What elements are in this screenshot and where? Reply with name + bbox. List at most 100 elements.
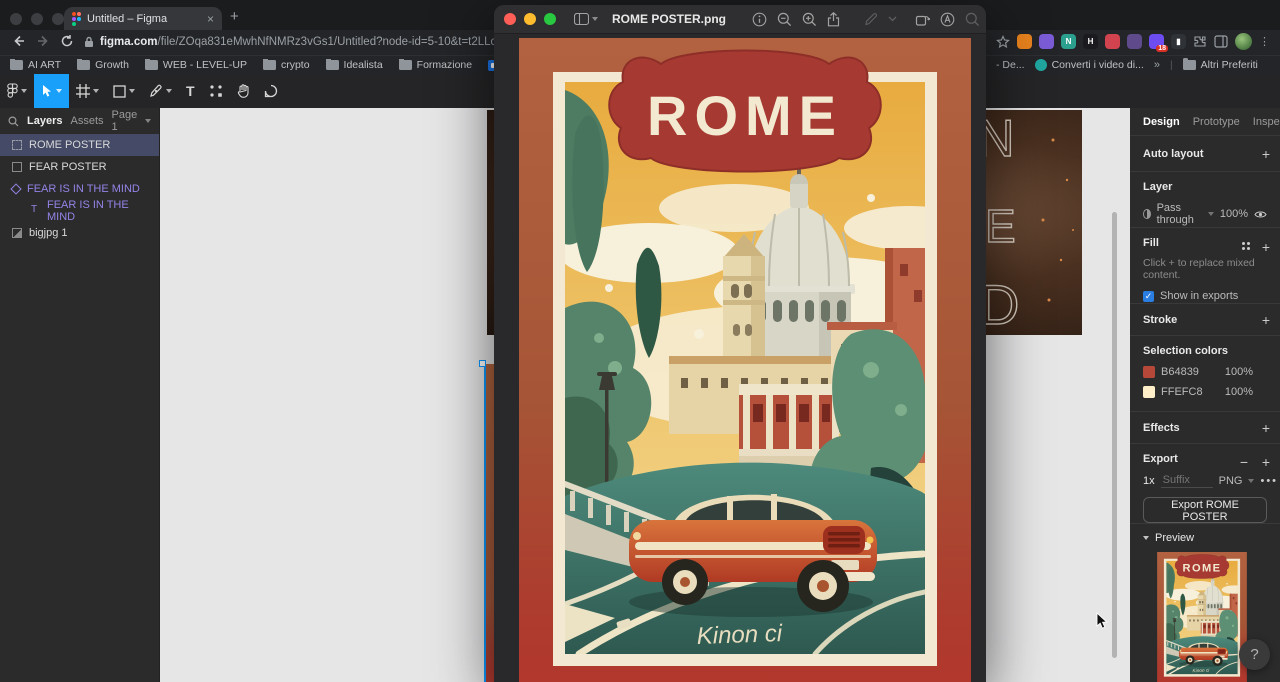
color-swatch[interactable]: [1143, 386, 1155, 398]
preview-heading: Preview: [1155, 532, 1194, 544]
zoom-in-icon[interactable]: [802, 12, 817, 27]
export-section: Export − + 1x PNG ••• Export ROME POSTER: [1130, 444, 1280, 524]
bookmark-star-icon[interactable]: [996, 35, 1010, 49]
chevron-down-icon[interactable]: [888, 16, 897, 22]
add-auto-layout-button[interactable]: +: [1262, 146, 1270, 162]
browser-profile-avatar[interactable]: [1235, 33, 1252, 50]
url-bar[interactable]: figma.com/file/ZOqa831eMwhNfNMRz3vGs1/Un…: [100, 36, 494, 48]
bookmark-item[interactable]: Formazione: [399, 59, 472, 71]
browser-tab[interactable]: Untitled – Figma ×: [64, 7, 222, 30]
layer-opacity[interactable]: 100%: [1220, 208, 1248, 220]
layer-row-rome-poster[interactable]: ROME POSTER: [0, 134, 159, 156]
show-in-exports-checkbox[interactable]: ✓: [1143, 291, 1154, 302]
search-icon[interactable]: [965, 12, 980, 27]
comment-tool[interactable]: [257, 74, 285, 108]
remove-export-button[interactable]: −: [1240, 454, 1248, 470]
show-in-exports-label: Show in exports: [1160, 290, 1238, 302]
color-opacity[interactable]: 100%: [1225, 366, 1253, 378]
layer-row-bigjpg[interactable]: bigjpg 1: [0, 222, 159, 244]
preview-toggle[interactable]: Preview: [1143, 532, 1280, 544]
share-icon[interactable]: [827, 12, 840, 27]
rome-frame-edge[interactable]: [484, 364, 494, 682]
layer-row-fear-text[interactable]: FEAR IS IN THE MIND: [0, 200, 159, 222]
page-selector[interactable]: Page 1: [112, 109, 152, 133]
sidepanel-icon[interactable]: [1214, 35, 1228, 48]
add-stroke-button[interactable]: +: [1262, 312, 1270, 328]
export-scale[interactable]: 1x: [1143, 475, 1155, 487]
color-hex[interactable]: FFEFC8: [1161, 386, 1203, 398]
converti-label: Converti i video di...: [1052, 59, 1144, 71]
shape-tool[interactable]: [106, 74, 142, 108]
bookmark-item[interactable]: WEB - LEVEL-UP: [145, 59, 247, 71]
text-tool[interactable]: T: [179, 74, 202, 108]
info-icon[interactable]: [752, 12, 767, 27]
pen-tool[interactable]: [142, 74, 179, 108]
extension-icon[interactable]: [1105, 34, 1120, 49]
canvas-scrollbar[interactable]: [1112, 212, 1117, 658]
sidebar-toggle-icon[interactable]: [574, 13, 598, 25]
extension-icon[interactable]: [1127, 34, 1142, 49]
styles-icon[interactable]: [1242, 242, 1250, 250]
bookmark-altri-preferiti[interactable]: Altri Preferiti: [1183, 59, 1258, 71]
extension-icon[interactable]: [1039, 34, 1054, 49]
browser-traffic-lights[interactable]: [10, 13, 64, 25]
rotate-icon[interactable]: [915, 12, 930, 26]
puzzle-extensions-icon[interactable]: [1193, 35, 1207, 49]
search-icon[interactable]: [8, 116, 19, 127]
bookmark-item[interactable]: crypto: [263, 59, 310, 71]
selection-color-row[interactable]: FFEFC8 100%: [1143, 386, 1267, 398]
export-rome-poster-button[interactable]: Export ROME POSTER: [1143, 497, 1267, 523]
add-fill-button[interactable]: +: [1262, 239, 1270, 255]
bookmarks-overflow-icon[interactable]: »: [1154, 59, 1160, 71]
frame-tool[interactable]: [69, 74, 106, 108]
extension-icon[interactable]: [1017, 34, 1032, 49]
visibility-eye-icon[interactable]: [1254, 210, 1267, 219]
browser-menu-icon[interactable]: ⋮: [1259, 40, 1263, 44]
color-opacity[interactable]: 100%: [1225, 386, 1253, 398]
bookmark-label: Idealista: [344, 59, 383, 71]
resources-tool[interactable]: [202, 74, 230, 108]
layer-row-fear-poster[interactable]: FEAR POSTER: [0, 156, 159, 178]
bookmark-item[interactable]: Idealista: [326, 59, 383, 71]
color-swatch[interactable]: [1143, 366, 1155, 378]
export-suffix-input[interactable]: [1161, 473, 1213, 488]
tab-close-icon[interactable]: ×: [207, 13, 214, 25]
bookmark-cut-label[interactable]: - De...: [996, 59, 1025, 71]
zoom-out-icon[interactable]: [777, 12, 792, 27]
reload-icon[interactable]: [60, 34, 74, 48]
export-format-dropdown[interactable]: PNG: [1219, 475, 1243, 487]
bookmark-converti[interactable]: Converti i video di...: [1035, 59, 1144, 71]
quicklook-traffic-lights[interactable]: [504, 13, 556, 25]
extension-icon[interactable]: N: [1061, 34, 1076, 49]
figma-menu-button[interactable]: [0, 74, 34, 108]
markup-pen-icon[interactable]: [864, 12, 878, 26]
blend-mode-dropdown[interactable]: Pass through: [1157, 202, 1202, 226]
new-tab-button[interactable]: +: [230, 8, 239, 25]
tab-prototype[interactable]: Prototype: [1193, 116, 1240, 128]
add-effect-button[interactable]: +: [1262, 420, 1270, 436]
annotate-icon[interactable]: [940, 12, 955, 27]
move-tool[interactable]: [34, 74, 69, 108]
bookmark-item[interactable]: AI ART: [10, 59, 61, 71]
layer-row-fear-component[interactable]: FEAR IS IN THE MIND: [0, 178, 159, 200]
forward-icon[interactable]: [36, 34, 50, 48]
extension-icon[interactable]: 18: [1149, 34, 1164, 49]
tab-assets[interactable]: Assets: [70, 115, 103, 127]
bookmark-item[interactable]: Growth: [77, 59, 129, 71]
selection-color-row[interactable]: B64839 100%: [1143, 366, 1267, 378]
hand-tool[interactable]: [230, 74, 257, 108]
tab-design[interactable]: Design: [1143, 116, 1180, 128]
quicklook-titlebar[interactable]: ROME POSTER.png: [494, 5, 986, 34]
export-more-icon[interactable]: •••: [1260, 475, 1278, 487]
add-export-button[interactable]: +: [1262, 454, 1270, 470]
selection-handle[interactable]: [479, 360, 486, 367]
color-hex[interactable]: B64839: [1161, 366, 1199, 378]
tab-layers[interactable]: Layers: [27, 115, 62, 127]
rome-poster-image[interactable]: [519, 38, 971, 682]
help-button[interactable]: ?: [1239, 639, 1270, 670]
extension-icon[interactable]: ▮: [1171, 34, 1186, 49]
folder-icon: [263, 60, 276, 70]
tab-inspect[interactable]: Inspect: [1253, 116, 1280, 128]
back-icon[interactable]: [12, 34, 26, 48]
extension-icon[interactable]: H: [1083, 34, 1098, 49]
